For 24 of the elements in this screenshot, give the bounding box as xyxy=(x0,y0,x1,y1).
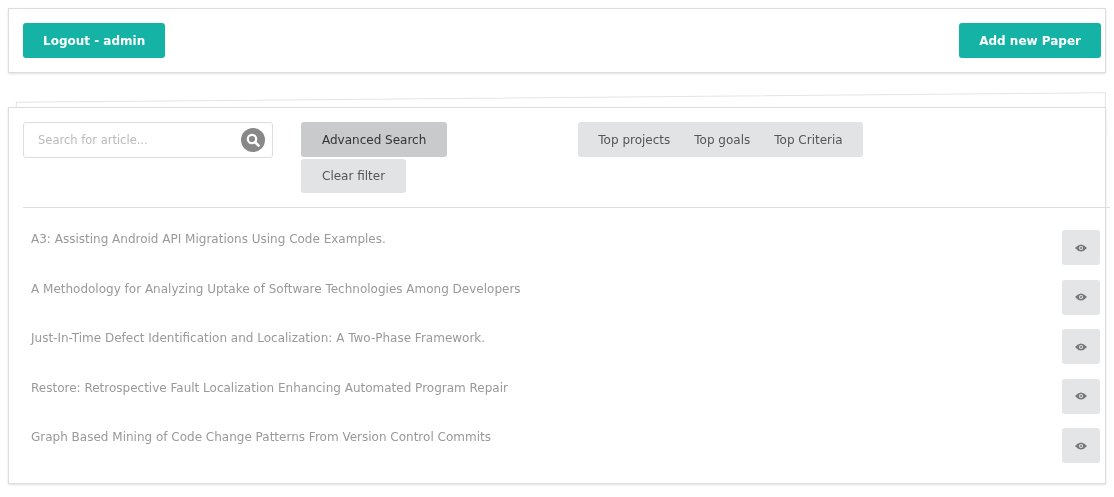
view-button[interactable] xyxy=(1062,329,1100,365)
top-tab[interactable]: Top Criteria xyxy=(762,122,855,157)
paper-title[interactable]: Graph Based Mining of Code Change Patterns From Version Control Commits xyxy=(23,428,491,445)
top-tab[interactable]: Top projects xyxy=(586,122,683,157)
logout-button[interactable]: Logout - admin xyxy=(23,23,166,58)
view-button[interactable] xyxy=(1062,378,1100,414)
search-field[interactable]: Search for article... xyxy=(23,122,273,158)
add-paper-button[interactable]: Add new Paper xyxy=(959,23,1101,58)
eye-icon xyxy=(1075,293,1087,302)
eye-icon xyxy=(1075,441,1087,450)
clear-filter-button[interactable]: Clear filter xyxy=(301,159,407,193)
view-button[interactable] xyxy=(1062,279,1100,315)
paper-title[interactable]: A3: Assisting Android API Migrations Using Code Examples. xyxy=(23,230,386,246)
paper-title[interactable]: Just-In-Time Defect Identification and Localization: A Two-Phase Framework. xyxy=(23,329,486,346)
view-button[interactable] xyxy=(1062,230,1100,265)
eye-icon xyxy=(1075,342,1087,351)
view-button[interactable] xyxy=(1062,428,1100,464)
advanced-search-button[interactable]: Advanced Search xyxy=(301,122,448,157)
paper-title[interactable]: A Methodology for Analyzing Uptake of Software Technologies Among Developers xyxy=(23,279,521,296)
paper-title[interactable]: Restore: Retrospective Fault Localization Enhancing Automated Program Repair xyxy=(23,378,508,395)
eye-icon xyxy=(1075,392,1087,401)
search-icon[interactable] xyxy=(241,128,265,152)
top-tab[interactable]: Top goals xyxy=(682,122,763,157)
eye-icon xyxy=(1075,243,1087,252)
